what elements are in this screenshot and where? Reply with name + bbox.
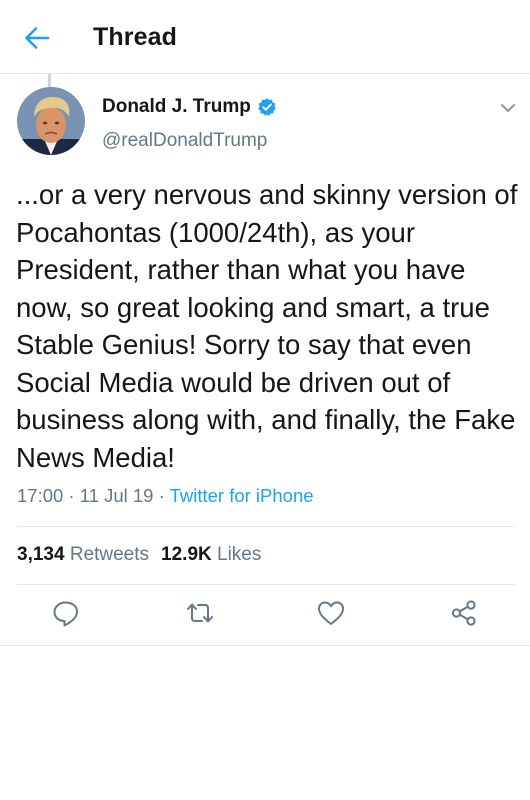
retweets-label: Retweets: [69, 544, 150, 565]
avatar[interactable]: [17, 87, 85, 155]
author-display-name[interactable]: Donald J. Trump: [102, 96, 251, 118]
tweet-time: 17:00: [17, 485, 64, 506]
like-icon: [318, 601, 344, 625]
author-handle[interactable]: @realDonaldTrump: [102, 130, 267, 152]
share-icon: [451, 600, 476, 626]
divider: [0, 645, 530, 646]
retweet-button[interactable]: [184, 598, 216, 628]
like-button[interactable]: [315, 598, 347, 628]
avatar-image: [17, 87, 85, 155]
likes-stat[interactable]: 12.9K Likes: [161, 544, 261, 565]
author-name-row[interactable]: Donald J. Trump: [102, 96, 277, 118]
top-bar: Thread: [0, 0, 530, 74]
divider: [17, 526, 515, 527]
tweet-source-link[interactable]: Twitter for iPhone: [170, 485, 314, 506]
verified-badge-icon: [258, 98, 276, 116]
meta-separator: ·: [153, 485, 170, 506]
likes-count: 12.9K: [161, 544, 212, 565]
arrow-left-icon: [25, 27, 50, 49]
more-options-button[interactable]: [498, 100, 518, 116]
tweet-text: ...or a very nervous and skinny version …: [16, 179, 518, 473]
back-button[interactable]: [22, 24, 52, 52]
divider: [17, 584, 515, 585]
share-button[interactable]: [448, 598, 480, 628]
tweet-meta: 17:00 · 11 Jul 19 · Twitter for iPhone: [17, 485, 314, 507]
thread-connector-line: [48, 74, 51, 87]
likes-label: Likes: [217, 544, 262, 565]
tweet-date: 11 Jul 19: [79, 485, 154, 506]
reply-button[interactable]: [50, 598, 82, 628]
chevron-down-icon: [501, 104, 515, 112]
page-title: Thread: [93, 23, 177, 51]
tweet-stats: 3,134 Retweets 12.9K Likes: [17, 544, 261, 566]
meta-separator: ·: [63, 485, 80, 506]
retweet-icon: [187, 603, 213, 623]
retweets-stat[interactable]: 3,134 Retweets: [17, 544, 149, 565]
retweets-count: 3,134: [17, 544, 65, 565]
reply-icon: [53, 601, 78, 627]
